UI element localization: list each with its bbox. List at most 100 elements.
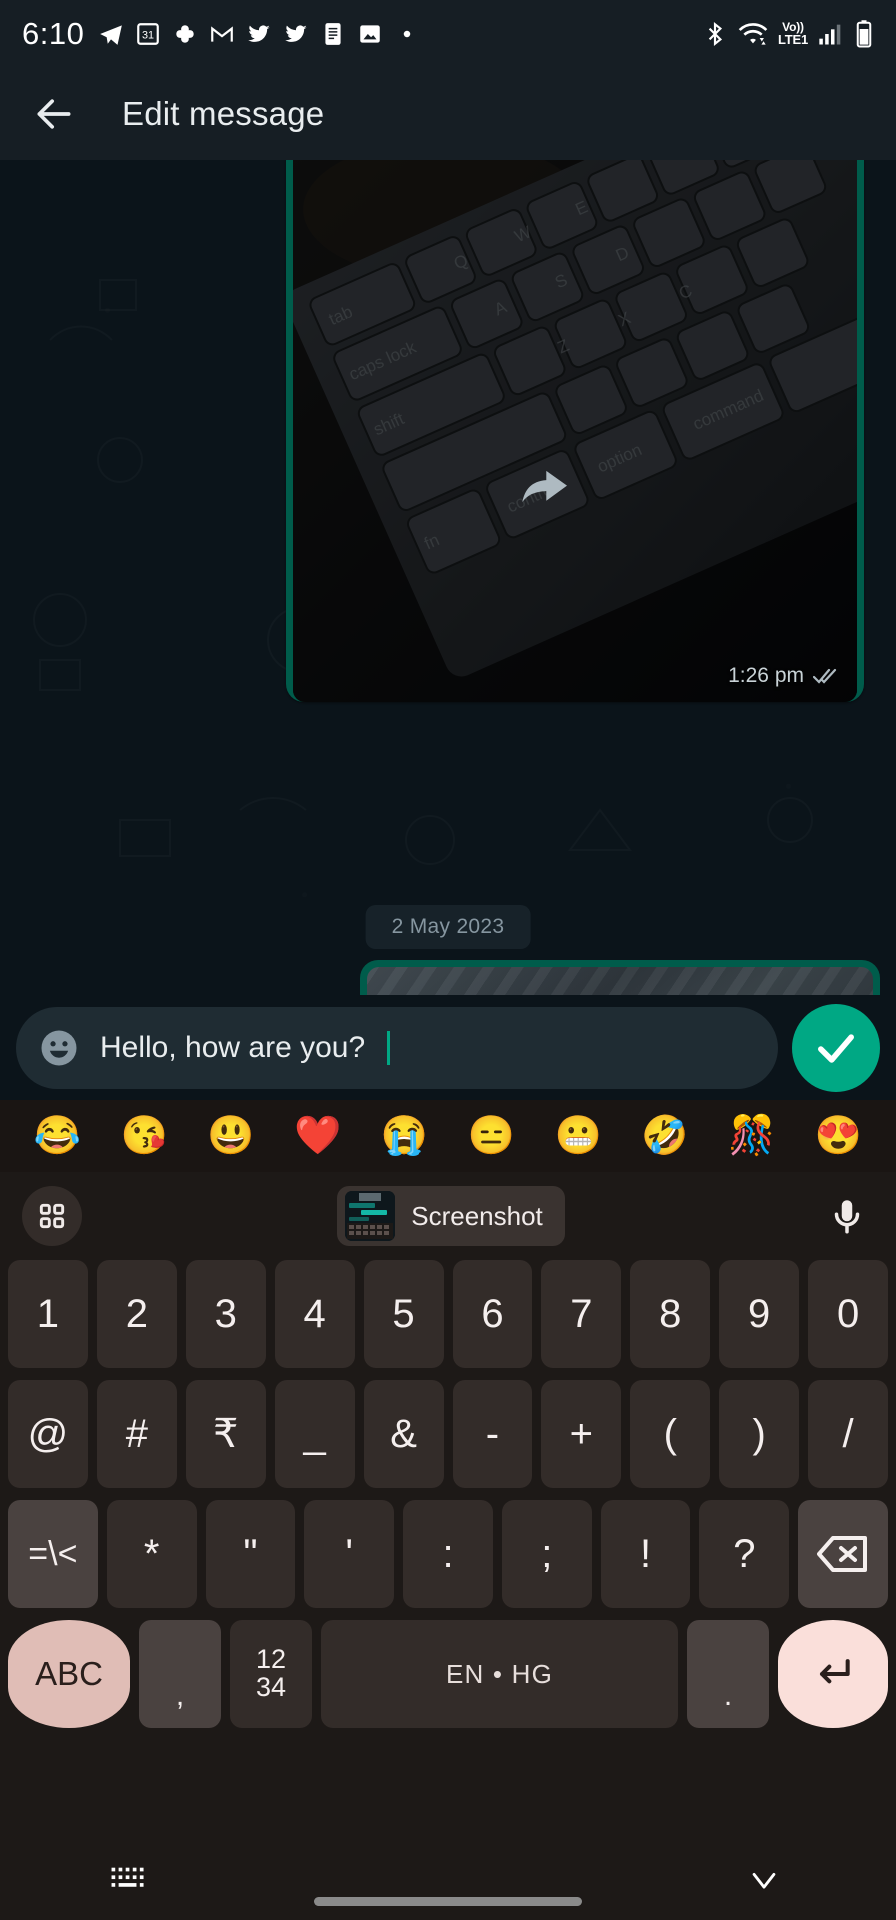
photo-icon <box>360 25 381 43</box>
key-backspace[interactable] <box>798 1500 889 1608</box>
key-comma[interactable]: , <box>139 1620 221 1728</box>
chat-area: tabcaps lock shiftfn controloption comma… <box>0 160 896 995</box>
home-gesture-bar[interactable] <box>314 1897 582 1906</box>
key-enter[interactable] <box>778 1620 888 1728</box>
message-input-container[interactable]: Hello, how are you? <box>16 1006 778 1089</box>
key-period-label: . <box>723 1679 733 1712</box>
clipboard-chip-label: Screenshot <box>411 1200 543 1231</box>
key-7[interactable]: 7 <box>541 1260 622 1368</box>
key-paren-close[interactable]: ) <box>719 1380 800 1488</box>
emoji-suggestion[interactable]: ❤️ <box>294 1117 341 1155</box>
confirm-edit-button[interactable] <box>792 1003 880 1092</box>
on-screen-keyboard: Screenshot 1 2 3 4 5 6 7 8 9 0 @ # ₹ _ &… <box>0 1172 896 1840</box>
wifi-icon <box>738 23 768 45</box>
grid-menu-icon <box>39 1203 65 1229</box>
key-underscore[interactable]: _ <box>274 1380 355 1488</box>
key-1[interactable]: 1 <box>7 1260 88 1368</box>
screenshot-thumbnail-icon <box>345 1191 396 1241</box>
emoji-suggestion[interactable]: 😬 <box>555 1117 602 1155</box>
keyboard-switch-icon[interactable] <box>110 1864 150 1896</box>
key-semicolon[interactable]: ; <box>501 1500 592 1608</box>
gmail-icon <box>211 26 234 42</box>
key-4[interactable]: 4 <box>274 1260 355 1368</box>
clipboard-suggestion-chip[interactable]: Screenshot <box>337 1186 565 1246</box>
key-abc-switch[interactable]: ABC <box>8 1620 130 1728</box>
key-numeric-top: 12 <box>255 1644 287 1675</box>
key-0[interactable]: 0 <box>808 1260 889 1368</box>
key-rupee[interactable]: ₹ <box>185 1380 266 1488</box>
enter-icon <box>819 1659 850 1684</box>
forward-arrow-icon[interactable] <box>516 464 572 510</box>
key-asterisk[interactable]: * <box>106 1500 197 1608</box>
back-button[interactable] <box>28 88 80 140</box>
pinwheel-icon <box>176 25 195 43</box>
navigation-bar <box>0 1840 896 1920</box>
emoji-suggestion[interactable]: 😘 <box>121 1117 168 1155</box>
key-period[interactable]: . <box>687 1620 769 1728</box>
date-divider: 2 May 2023 <box>365 905 531 949</box>
key-5[interactable]: 5 <box>363 1260 444 1368</box>
key-3[interactable]: 3 <box>185 1260 266 1368</box>
twitter-icon <box>285 25 308 42</box>
key-paren-open[interactable]: ( <box>630 1380 711 1488</box>
image-message-bubble[interactable]: tabcaps lock shiftfn controloption comma… <box>286 160 864 702</box>
emoji-suggestion[interactable]: 😭 <box>381 1117 428 1155</box>
image-message-meta: 1:26 pm <box>728 664 839 688</box>
emoji-smiley-icon[interactable] <box>38 1027 80 1069</box>
keyboard-row-symbols-2: =\< * " ' : ; ! ? <box>0 1500 896 1608</box>
key-comma-label: , <box>175 1679 185 1712</box>
battery-icon <box>856 20 872 48</box>
check-icon <box>818 1033 854 1063</box>
dot-icon <box>404 30 411 38</box>
double-check-icon <box>813 668 837 684</box>
emoji-suggestion[interactable]: 😂 <box>34 1117 81 1155</box>
image-message-time: 1:26 pm <box>728 664 804 687</box>
keyboard-toolbar: Screenshot <box>0 1172 896 1260</box>
key-numeric-layout[interactable]: 12 34 <box>230 1620 312 1728</box>
phone-screen: 6:10 31 Vo)) LTE1 Edit message 1:26 pm 2… <box>0 0 896 1920</box>
voice-input-button[interactable] <box>820 1189 874 1243</box>
key-2[interactable]: 2 <box>96 1260 177 1368</box>
key-9[interactable]: 9 <box>719 1260 800 1368</box>
emoji-suggestion[interactable]: 😃 <box>207 1117 254 1155</box>
key-exclamation[interactable]: ! <box>600 1500 691 1608</box>
key-hash[interactable]: # <box>96 1380 177 1488</box>
key-plus[interactable]: + <box>541 1380 622 1488</box>
key-single-quote[interactable]: ' <box>304 1500 395 1608</box>
backspace-icon <box>817 1536 868 1572</box>
signal-icon <box>819 24 841 45</box>
key-minus[interactable]: - <box>452 1380 533 1488</box>
key-double-quote[interactable]: " <box>205 1500 296 1608</box>
keyboard-row-symbols-1: @ # ₹ _ & - + ( ) / <box>0 1380 896 1488</box>
key-at[interactable]: @ <box>7 1380 88 1488</box>
chevron-down-icon[interactable] <box>742 1863 786 1897</box>
key-8[interactable]: 8 <box>630 1260 711 1368</box>
key-6[interactable]: 6 <box>452 1260 533 1368</box>
message-input-value[interactable]: Hello, how are you? <box>100 1031 365 1065</box>
key-question[interactable]: ? <box>699 1500 790 1608</box>
key-ampersand[interactable]: & <box>363 1380 444 1488</box>
bluetooth-icon <box>708 21 723 47</box>
emoji-suggestion[interactable]: 🎊 <box>728 1117 775 1155</box>
keyboard-menu-button[interactable] <box>22 1186 82 1246</box>
image-message-photo-2 <box>367 967 873 995</box>
emoji-suggestion[interactable]: 😑 <box>468 1117 515 1155</box>
calendar-31-icon: 31 <box>137 23 160 45</box>
document-icon <box>325 23 341 45</box>
status-notification-icons: 31 <box>98 21 420 47</box>
emoji-suggestion[interactable]: 😍 <box>815 1117 862 1155</box>
text-cursor <box>387 1030 391 1065</box>
emoji-suggestion-row: 😂 😘 😃 ❤️ 😭 😑 😬 🤣 🎊 😍 <box>0 1100 896 1172</box>
key-numeric-bottom: 34 <box>255 1672 287 1702</box>
svg-text:31: 31 <box>142 29 154 41</box>
key-slash[interactable]: / <box>808 1380 889 1488</box>
key-more-symbols[interactable]: =\< <box>7 1500 98 1608</box>
key-colon[interactable]: : <box>403 1500 493 1608</box>
app-bar: Edit message <box>0 68 896 160</box>
clipboard-thumbnail-icon <box>345 1191 396 1241</box>
image-message-bubble-2[interactable] <box>360 960 880 995</box>
microphone-icon <box>834 1200 860 1234</box>
key-space[interactable]: EN • HG <box>321 1620 678 1728</box>
keyboard-photo-icon: tabcaps lock shiftfn controloption comma… <box>293 160 857 702</box>
emoji-suggestion[interactable]: 🤣 <box>641 1117 688 1155</box>
